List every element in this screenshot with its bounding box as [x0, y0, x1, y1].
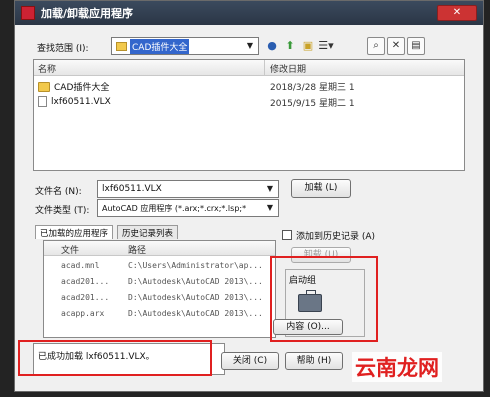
views-icon[interactable]: ☰▾	[317, 37, 335, 55]
chevron-down-icon: ▼	[266, 203, 274, 212]
loaded-app-row[interactable]: acad.mnl C:\Users\Administrator\ap...	[44, 259, 275, 273]
loaded-app-file: acad201...	[61, 293, 110, 302]
folder-icon	[38, 81, 50, 92]
filename-value: lxf60511.VLX	[102, 184, 162, 194]
loaded-app-path: D:\Autodesk\AutoCAD 2013\...	[128, 277, 263, 286]
title-bar: 加载/卸载应用程序 ✕	[15, 1, 483, 25]
search-web-icon[interactable]: ⌕	[367, 37, 385, 55]
column-header-date[interactable]: 修改日期	[270, 62, 306, 75]
chevron-down-icon: ▼	[266, 184, 274, 193]
loaded-app-row[interactable]: acapp.arx D:\Autodesk\AutoCAD 2013\...	[44, 307, 275, 321]
file-name: lxf60511.VLX	[51, 96, 111, 107]
filetype-combobox[interactable]: AutoCAD 应用程序 (*.arx;*.crx;*.lsp;* ▼	[97, 199, 279, 217]
loaded-app-file: acad.mnl	[61, 261, 100, 270]
add-to-history-checkbox[interactable]	[282, 230, 292, 240]
lookin-value: CAD插件大全	[130, 38, 190, 54]
delete-icon[interactable]: ✕	[387, 37, 405, 55]
add-to-history-label: 添加到历史记录 (A)	[296, 232, 376, 242]
folder-icon	[116, 41, 127, 51]
lookin-combobox[interactable]: CAD插件大全 ▼	[111, 37, 259, 55]
filename-label: 文件名 (N):	[35, 187, 82, 197]
loaded-applications-list[interactable]: 文件 路径 acad.mnl C:\Users\Administrator\ap…	[43, 240, 276, 338]
new-folder-icon[interactable]: ▣	[299, 37, 317, 55]
file-date: 2015/9/15 星期二 1	[270, 99, 355, 109]
loaded-app-file: acad201...	[61, 277, 110, 286]
column-divider[interactable]	[264, 60, 265, 76]
filetype-label: 文件类型 (T):	[35, 206, 90, 216]
back-icon[interactable]: ●	[263, 37, 281, 55]
column-header-file[interactable]: 文件	[61, 243, 79, 256]
highlight-box-startup	[270, 256, 378, 342]
filetype-value: AutoCAD 应用程序 (*.arx;*.crx;*.lsp;*	[102, 203, 247, 213]
loaded-app-path: C:\Users\Administrator\ap...	[128, 261, 263, 270]
column-header-path[interactable]: 路径	[128, 243, 146, 256]
filename-combobox[interactable]: lxf60511.VLX ▼	[97, 180, 279, 198]
help-button[interactable]: 帮助 (H)	[285, 352, 343, 370]
tab-loaded-applications[interactable]: 已加载的应用程序	[35, 225, 114, 239]
tab-history-list[interactable]: 历史记录列表	[117, 225, 179, 239]
up-folder-icon[interactable]: ⬆	[281, 37, 299, 55]
autocad-app-icon	[21, 6, 35, 20]
watermark: 云南龙网	[352, 352, 442, 382]
file-name: CAD插件大全	[54, 83, 110, 93]
file-list-header: 名称 修改日期	[34, 60, 464, 76]
file-icon	[38, 96, 47, 107]
load-unload-applications-dialog: 加载/卸载应用程序 ✕ 查找范围 (I): CAD插件大全 ▼ ● ⬆ ▣ ☰▾…	[14, 0, 484, 392]
lookin-label: 查找范围 (I):	[37, 44, 89, 54]
loaded-app-path: D:\Autodesk\AutoCAD 2013\...	[128, 309, 263, 318]
loaded-app-row[interactable]: acad201... D:\Autodesk\AutoCAD 2013\...	[44, 291, 275, 305]
loaded-app-row[interactable]: acad201... D:\Autodesk\AutoCAD 2013\...	[44, 275, 275, 289]
load-button[interactable]: 加载 (L)	[291, 179, 351, 198]
views-list-icon[interactable]: ▤	[407, 37, 425, 55]
file-list-item[interactable]: lxf60511.VLX 2015/9/15 星期二 1	[34, 94, 464, 109]
close-window-button[interactable]: ✕	[437, 5, 477, 21]
file-date: 2018/3/28 星期三 1	[270, 83, 355, 93]
chevron-down-icon: ▼	[246, 41, 254, 50]
file-list-item[interactable]: CAD插件大全 2018/3/28 星期三 1	[34, 78, 464, 93]
loaded-list-header: 文件 路径	[44, 241, 275, 256]
close-button[interactable]: 关闭 (C)	[221, 352, 279, 370]
column-header-name[interactable]: 名称	[38, 62, 56, 75]
file-browser-list[interactable]: 名称 修改日期 CAD插件大全 2018/3/28 星期三 1 lxf60511…	[33, 59, 465, 171]
loaded-app-file: acapp.arx	[61, 309, 105, 318]
window-title: 加载/卸载应用程序	[41, 7, 134, 20]
highlight-box-status	[18, 340, 212, 376]
loaded-app-path: D:\Autodesk\AutoCAD 2013\...	[128, 293, 263, 302]
